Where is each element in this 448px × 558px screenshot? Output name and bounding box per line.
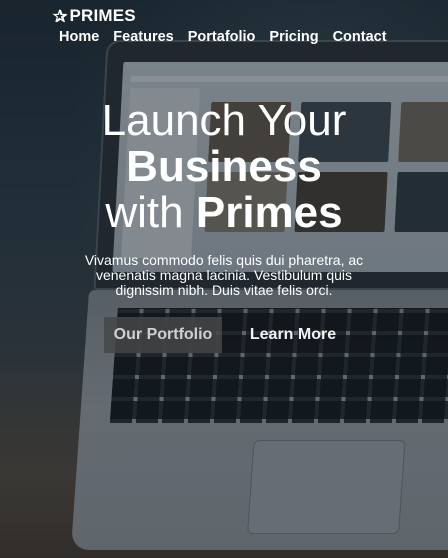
hero-lead-text: Vivamus commodo felis quis dui pharetra,… (84, 252, 364, 298)
brand-name: PRIMES (69, 6, 136, 25)
headline-line-3-light: with (105, 188, 184, 237)
nav-item-features[interactable]: Features (113, 29, 173, 45)
headline-line-1: Launch Your (101, 96, 347, 145)
nav-item-home[interactable]: Home (59, 29, 99, 45)
nav-item-contact[interactable]: Contact (333, 29, 387, 45)
headline-line-2: Business (126, 142, 322, 191)
hero-section: ✰ PRIMES Home Features Portafolio Pricin… (0, 0, 448, 558)
learn-more-button[interactable]: Learn More (238, 317, 348, 353)
star-icon: ✰ (53, 6, 68, 26)
hero-headline: Launch Your Business with Primes (0, 98, 448, 236)
headline-line-3-bold: Primes (195, 188, 343, 237)
main-nav: Home Features Portafolio Pricing Contact (59, 29, 387, 45)
our-portfolio-button[interactable]: Our Portfolio (104, 317, 222, 353)
brand-logo[interactable]: ✰ PRIMES (53, 6, 136, 26)
nav-item-portafolio[interactable]: Portafolio (188, 29, 256, 45)
nav-item-pricing[interactable]: Pricing (269, 29, 318, 45)
